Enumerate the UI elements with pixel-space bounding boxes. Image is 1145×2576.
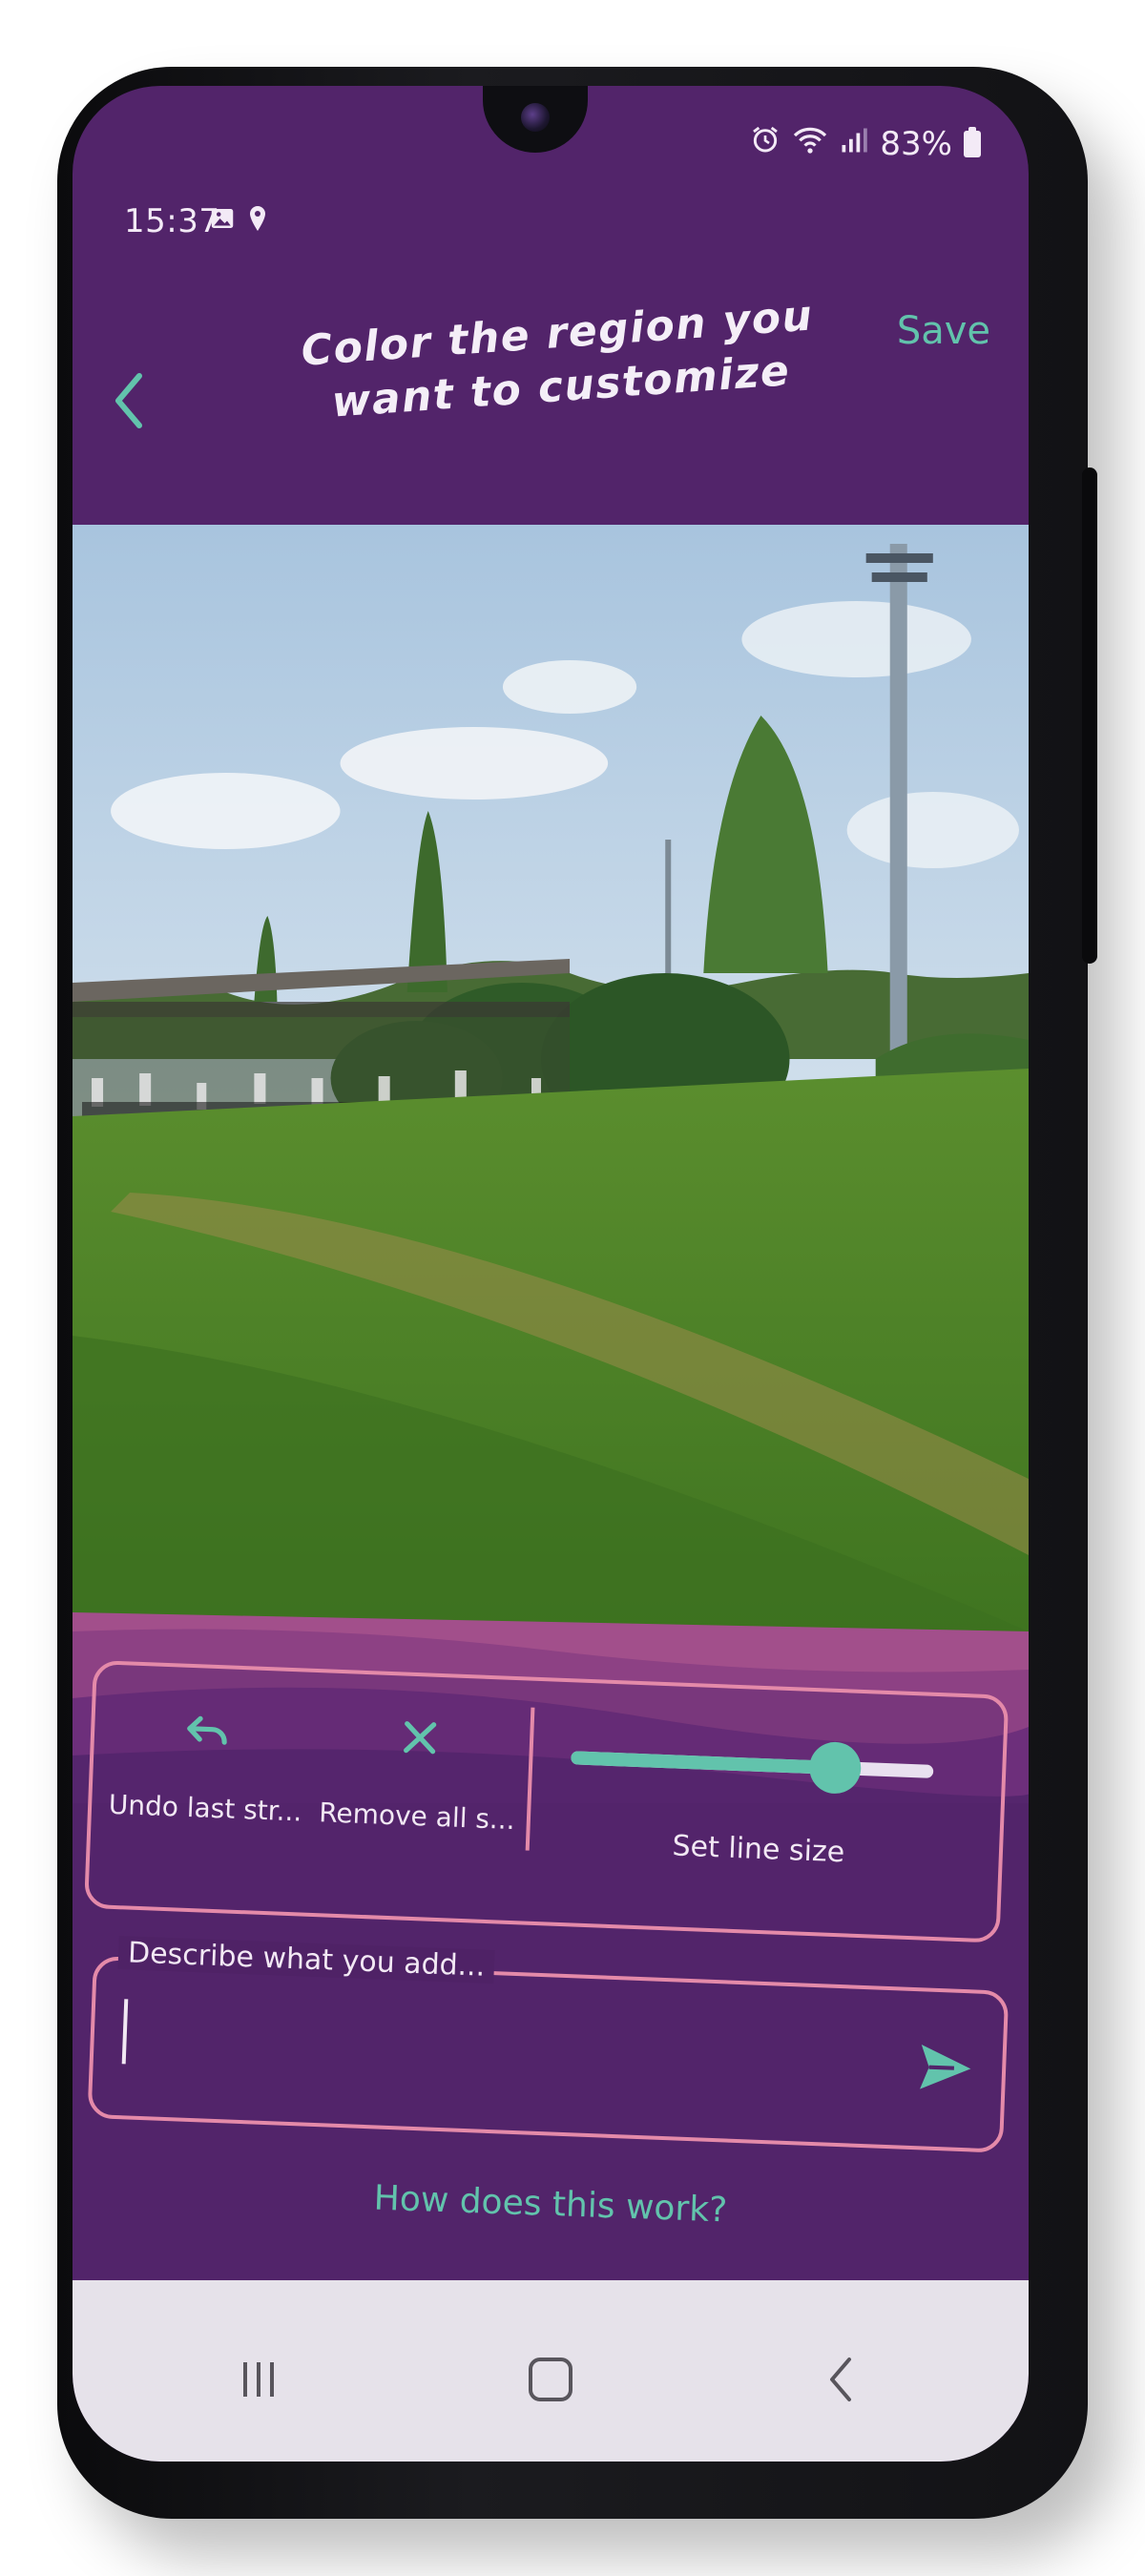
remove-all-button[interactable]: Remove all s... bbox=[316, 1711, 521, 1836]
back-button[interactable] bbox=[101, 363, 158, 439]
home-icon bbox=[529, 2358, 572, 2401]
page-title: Color the region you want to customize bbox=[300, 291, 815, 427]
undo-button[interactable]: Undo last str... bbox=[105, 1703, 310, 1828]
back-icon bbox=[830, 2358, 851, 2401]
system-back-button[interactable] bbox=[798, 2341, 884, 2418]
describe-input[interactable] bbox=[131, 1999, 882, 2097]
image-icon bbox=[208, 204, 237, 240]
battery-percent: 83% bbox=[880, 124, 952, 163]
camera-notch bbox=[483, 86, 588, 153]
save-button[interactable]: Save bbox=[897, 309, 990, 353]
status-time: 15:37 bbox=[124, 202, 220, 240]
home-button[interactable] bbox=[508, 2341, 593, 2418]
undo-icon bbox=[107, 1703, 309, 1772]
status-right: 83% bbox=[750, 124, 981, 163]
photo-canvas[interactable] bbox=[73, 525, 1029, 1631]
slider-track[interactable] bbox=[571, 1740, 934, 1795]
remove-all-label: Remove all s... bbox=[318, 1797, 516, 1837]
system-nav-bar bbox=[73, 2280, 1029, 2462]
line-size-label: Set line size bbox=[671, 1829, 845, 1870]
tools-divider bbox=[525, 1707, 535, 1851]
wifi-icon bbox=[792, 124, 828, 163]
status-left-icons bbox=[208, 204, 269, 240]
close-icon bbox=[319, 1711, 521, 1779]
slider-fill bbox=[571, 1751, 836, 1775]
alarm-icon bbox=[750, 124, 781, 163]
front-camera-icon bbox=[521, 103, 550, 132]
send-icon bbox=[920, 2045, 971, 2089]
location-pin-icon bbox=[246, 204, 269, 240]
park-photo bbox=[73, 525, 1029, 1631]
describe-label: Describe what you add... bbox=[117, 1936, 495, 1984]
chevron-left-icon bbox=[115, 373, 142, 428]
recent-apps-icon bbox=[243, 2362, 274, 2397]
app-bar: Color the region you want to customize S… bbox=[73, 258, 1029, 428]
app-screenshot: 15:37 83% Color the region you want to c… bbox=[0, 0, 1145, 2576]
status-bar: 15:37 83% bbox=[73, 86, 1029, 240]
drawing-tools-panel: Undo last str... Remove all s... Set lin… bbox=[84, 1660, 1010, 1943]
battery-icon bbox=[964, 126, 981, 157]
signal-icon bbox=[840, 125, 868, 163]
text-cursor bbox=[121, 1999, 129, 2065]
describe-field[interactable]: Describe what you add... bbox=[87, 1936, 1010, 2153]
undo-label: Undo last str... bbox=[108, 1788, 303, 1828]
slider-thumb[interactable] bbox=[808, 1740, 863, 1795]
phone-screen: 15:37 83% Color the region you want to c… bbox=[73, 86, 1029, 2462]
line-size-slider[interactable] bbox=[570, 1720, 954, 1811]
recent-apps-button[interactable] bbox=[216, 2341, 302, 2418]
help-link[interactable]: How does this work? bbox=[73, 2169, 1029, 2241]
send-button[interactable] bbox=[911, 2033, 981, 2103]
